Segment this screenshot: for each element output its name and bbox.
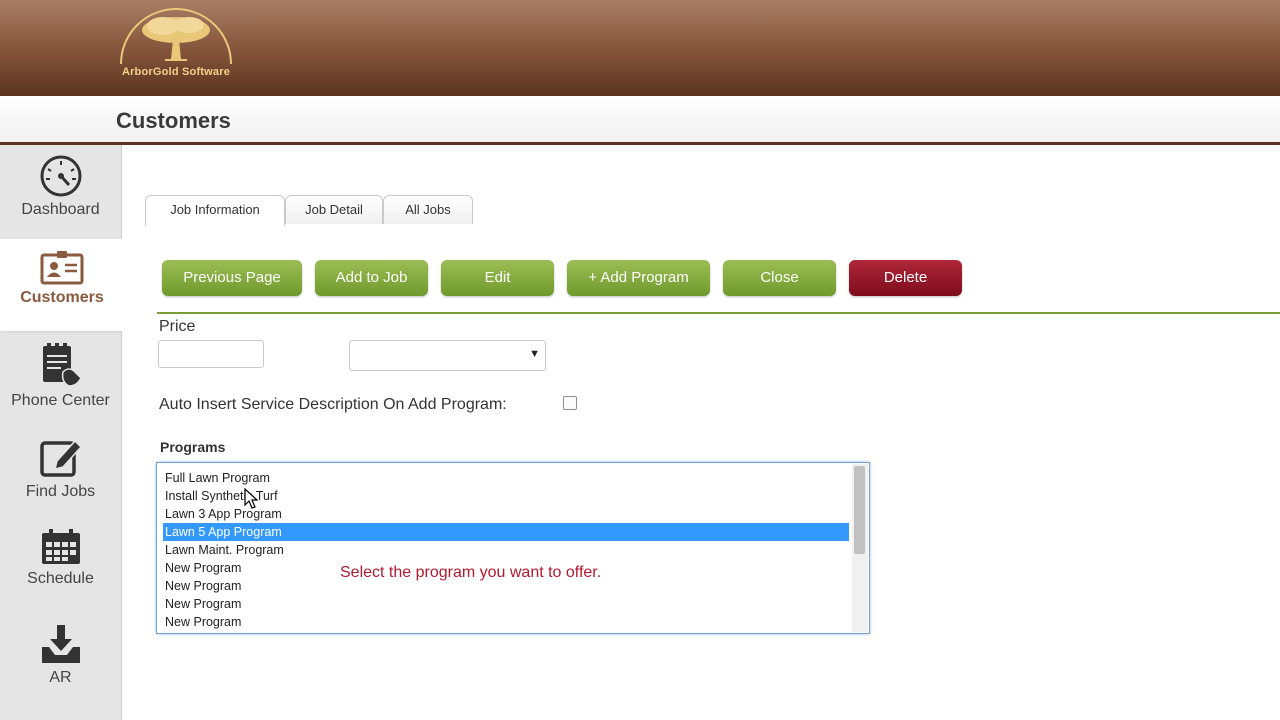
- price-label: Price: [159, 318, 196, 335]
- auto-insert-checkbox[interactable]: [563, 396, 577, 410]
- sidebar-item-label: AR: [49, 669, 72, 686]
- list-item[interactable]: Lawn 3 App Program: [163, 505, 849, 523]
- phone-notepad-icon: [42, 343, 82, 387]
- sidebar-item-schedule[interactable]: Schedule: [0, 528, 121, 588]
- sidebar-item-label: Find Jobs: [25, 483, 96, 500]
- tab-job-detail[interactable]: Job Detail: [285, 195, 383, 224]
- instruction-callout: Select the program you want to offer.: [340, 564, 602, 581]
- list-item-selected[interactable]: Lawn 5 App Program: [163, 523, 849, 541]
- sidebar-item-label: Phone Center: [11, 392, 110, 409]
- add-to-job-button[interactable]: Add to Job: [315, 260, 428, 296]
- sidebar-item-dashboard[interactable]: Dashboard: [0, 155, 121, 219]
- close-button[interactable]: Close: [723, 260, 836, 296]
- arborgold-logo[interactable]: ArborGold Software: [113, 4, 239, 84]
- listbox-scrollbar[interactable]: [852, 464, 868, 632]
- price-input[interactable]: [158, 340, 264, 368]
- add-program-button[interactable]: + Add Program: [567, 260, 710, 296]
- scrollbar-thumb[interactable]: [854, 466, 865, 554]
- page-title: Customers: [116, 108, 231, 133]
- list-item[interactable]: New Program: [163, 595, 849, 613]
- app-banner: ArborGold Software: [0, 0, 1280, 96]
- programs-label: Programs: [160, 439, 226, 455]
- list-item[interactable]: Lawn Maint. Program: [163, 541, 849, 559]
- dashboard-gauge-icon: [40, 155, 81, 197]
- customer-card-icon: [40, 251, 84, 285]
- list-item[interactable]: Full Lawn Program: [163, 469, 849, 487]
- programs-listbox[interactable]: Full Lawn Program Install Synthetic Turf…: [156, 462, 870, 634]
- sidebar-item-customers[interactable]: Customers: [0, 239, 124, 331]
- previous-page-button[interactable]: Previous Page: [162, 260, 302, 296]
- sidebar: Dashboard Customers Phone Center Find Jo…: [0, 145, 124, 720]
- tree-logo-icon: [120, 8, 232, 65]
- calendar-icon: [41, 529, 80, 564]
- sidebar-item-phone-center[interactable]: Phone Center: [0, 342, 121, 410]
- tab-job-information[interactable]: Job Information: [145, 195, 285, 226]
- logo-text: ArborGold Software: [121, 66, 231, 78]
- download-tray-icon: [41, 625, 80, 663]
- price-type-select[interactable]: ▼: [349, 340, 546, 371]
- dropdown-caret-icon: ▼: [529, 348, 540, 360]
- delete-button[interactable]: Delete: [849, 260, 962, 296]
- edit-button[interactable]: Edit: [441, 260, 554, 296]
- auto-insert-label: Auto Insert Service Description On Add P…: [159, 396, 507, 413]
- section-divider: [157, 312, 1280, 314]
- edit-pencil-icon: [39, 439, 82, 477]
- tab-all-jobs[interactable]: All Jobs: [383, 195, 473, 224]
- list-item[interactable]: Install Synthetic Turf: [163, 487, 849, 505]
- sidebar-item-label: Customers: [20, 289, 104, 306]
- list-item[interactable]: New Program: [163, 613, 849, 631]
- title-bar: Customers: [0, 96, 1280, 145]
- sidebar-item-label: Schedule: [27, 570, 94, 587]
- sidebar-item-label: Dashboard: [21, 201, 100, 218]
- sidebar-item-find-jobs[interactable]: Find Jobs: [0, 435, 121, 501]
- sidebar-item-ar[interactable]: AR: [0, 623, 121, 687]
- mouse-pointer-icon: [244, 488, 258, 509]
